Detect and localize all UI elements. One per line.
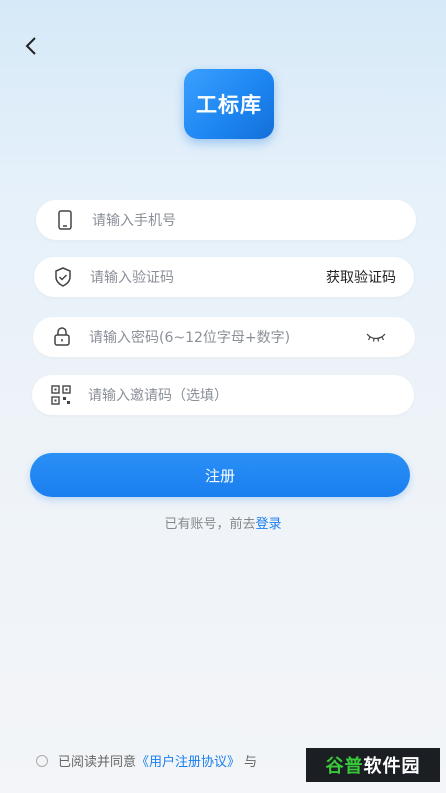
- invite-field[interactable]: 请输入邀请码（选填）: [32, 375, 414, 415]
- agreement-text: 已阅读并同意: [58, 755, 137, 770]
- phone-field[interactable]: 请输入手机号: [36, 200, 416, 240]
- register-button[interactable]: 注册: [30, 453, 410, 497]
- register-button-label: 注册: [204, 466, 235, 485]
- watermark-part2: 软件园: [363, 756, 421, 777]
- eye-closed-icon[interactable]: [365, 331, 387, 343]
- password-field[interactable]: 请输入密码(6~12位字母+数字): [33, 317, 415, 357]
- agreement-and: 与: [244, 755, 258, 770]
- agreement-row: 已阅读并同意 《用户注册协议》 与: [36, 751, 257, 770]
- invite-input[interactable]: 请输入邀请码（选填）: [88, 385, 228, 405]
- shield-icon: [55, 267, 71, 287]
- password-input[interactable]: 请输入密码(6~12位字母+数字): [89, 327, 290, 347]
- code-input[interactable]: 请输入验证码: [90, 267, 174, 287]
- lock-icon: [54, 327, 70, 346]
- agree-radio[interactable]: [36, 754, 48, 767]
- login-link[interactable]: 登录: [256, 517, 282, 532]
- watermark-part1: 谷普: [325, 756, 364, 777]
- get-code-button[interactable]: 获取验证码: [326, 267, 396, 287]
- have-account-text: 已有账号，前去: [164, 517, 256, 532]
- login-prompt: 已有账号，前去登录: [0, 513, 446, 532]
- code-field[interactable]: 请输入验证码 获取验证码: [34, 257, 414, 297]
- user-agreement-link[interactable]: 《用户注册协议》: [136, 751, 240, 770]
- phone-input[interactable]: 请输入手机号: [92, 210, 176, 230]
- qrcode-icon: [51, 385, 71, 405]
- app-logo-text: 工标库: [196, 93, 262, 117]
- phone-icon: [58, 210, 72, 230]
- watermark: 谷普 软件园: [306, 748, 440, 782]
- app-logo: 工标库: [184, 69, 274, 139]
- back-arrow-icon[interactable]: [20, 34, 44, 58]
